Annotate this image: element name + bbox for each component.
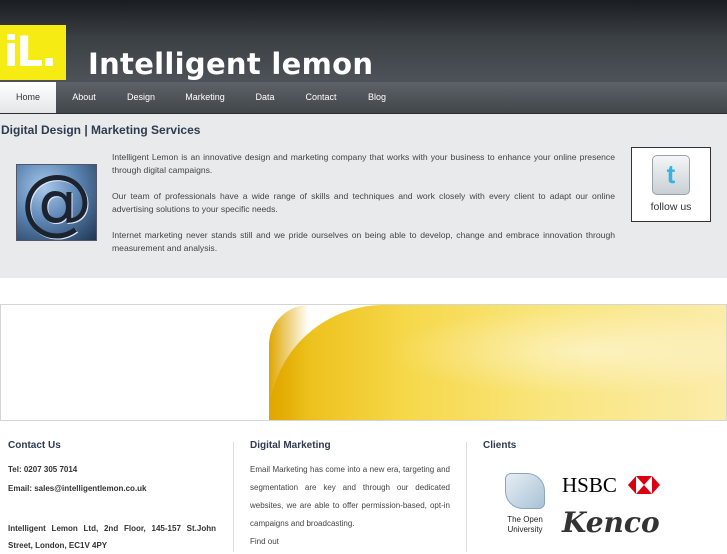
digital-marketing-column: Digital Marketing Email Marketing has co…	[250, 440, 450, 546]
intro-paragraph: Internet marketing never stands still an…	[112, 230, 615, 253]
nav-item-data[interactable]: Data	[242, 82, 288, 113]
intro-paragraph: Intelligent Lemon is an innovative desig…	[112, 152, 615, 175]
intro-text: Intelligent Lemon is an innovative desig…	[112, 151, 615, 268]
nav-item-home[interactable]: Home	[0, 82, 56, 113]
at-sign-photo: @	[16, 164, 97, 241]
nav-item-contact[interactable]: Contact	[296, 82, 346, 113]
follow-us-label: follow us	[650, 201, 692, 213]
contact-email[interactable]: Email: sales@intelligentlemon.co.uk	[8, 484, 147, 493]
logo-text: iL.	[4, 27, 57, 76]
hsbc-logo: HSBC	[562, 473, 617, 497]
digital-marketing-body: Email Marketing has come into a new era,…	[250, 465, 450, 528]
open-university-icon	[505, 473, 545, 509]
open-university-name: The Open University	[507, 515, 543, 534]
contact-column: Contact Us Tel: 0207 305 7014 Email: sal…	[8, 440, 218, 550]
open-university-logo: The Open University	[501, 473, 549, 543]
intro-panel: Digital Design | Marketing Services @ In…	[0, 114, 727, 278]
nav-item-design[interactable]: Design	[114, 82, 168, 113]
kenco-logo: Kenco	[562, 506, 660, 539]
lemon-banner	[0, 304, 727, 421]
digital-marketing-text: Email Marketing has come into a new era,…	[250, 461, 450, 551]
digital-marketing-heading: Digital Marketing	[250, 440, 331, 451]
nav-item-about[interactable]: About	[58, 82, 110, 113]
lemon-rind	[269, 305, 309, 420]
main-nav: Home About Design Marketing Data Contact…	[0, 82, 727, 114]
lemon-slice-image	[269, 305, 726, 420]
clients-heading: Clients	[483, 440, 517, 451]
column-divider	[233, 442, 234, 552]
nav-item-blog[interactable]: Blog	[356, 82, 398, 113]
site-logo[interactable]: iL.	[0, 25, 66, 80]
site-header: iL. Intelligent lemon	[0, 0, 727, 82]
intro-title: Digital Design | Marketing Services	[1, 123, 201, 137]
clients-column: Clients The Open University HSBC Kenco	[483, 440, 723, 539]
site-title[interactable]: Intelligent lemon	[88, 44, 373, 84]
contact-address: Intelligent Lemon Ltd, 2nd Floor, 145-15…	[8, 524, 216, 550]
hsbc-hexagon-icon	[628, 476, 660, 494]
nav-item-marketing[interactable]: Marketing	[176, 82, 234, 113]
contact-phone: Tel: 0207 305 7014	[8, 465, 78, 474]
twitter-follow-button[interactable]: t follow us	[631, 147, 711, 222]
contact-heading: Contact Us	[8, 440, 61, 451]
twitter-icon: t	[652, 155, 690, 195]
column-divider	[466, 442, 467, 552]
at-sign-icon: @	[20, 164, 93, 241]
intro-paragraph: Our team of professionals have a wide ra…	[112, 191, 615, 214]
